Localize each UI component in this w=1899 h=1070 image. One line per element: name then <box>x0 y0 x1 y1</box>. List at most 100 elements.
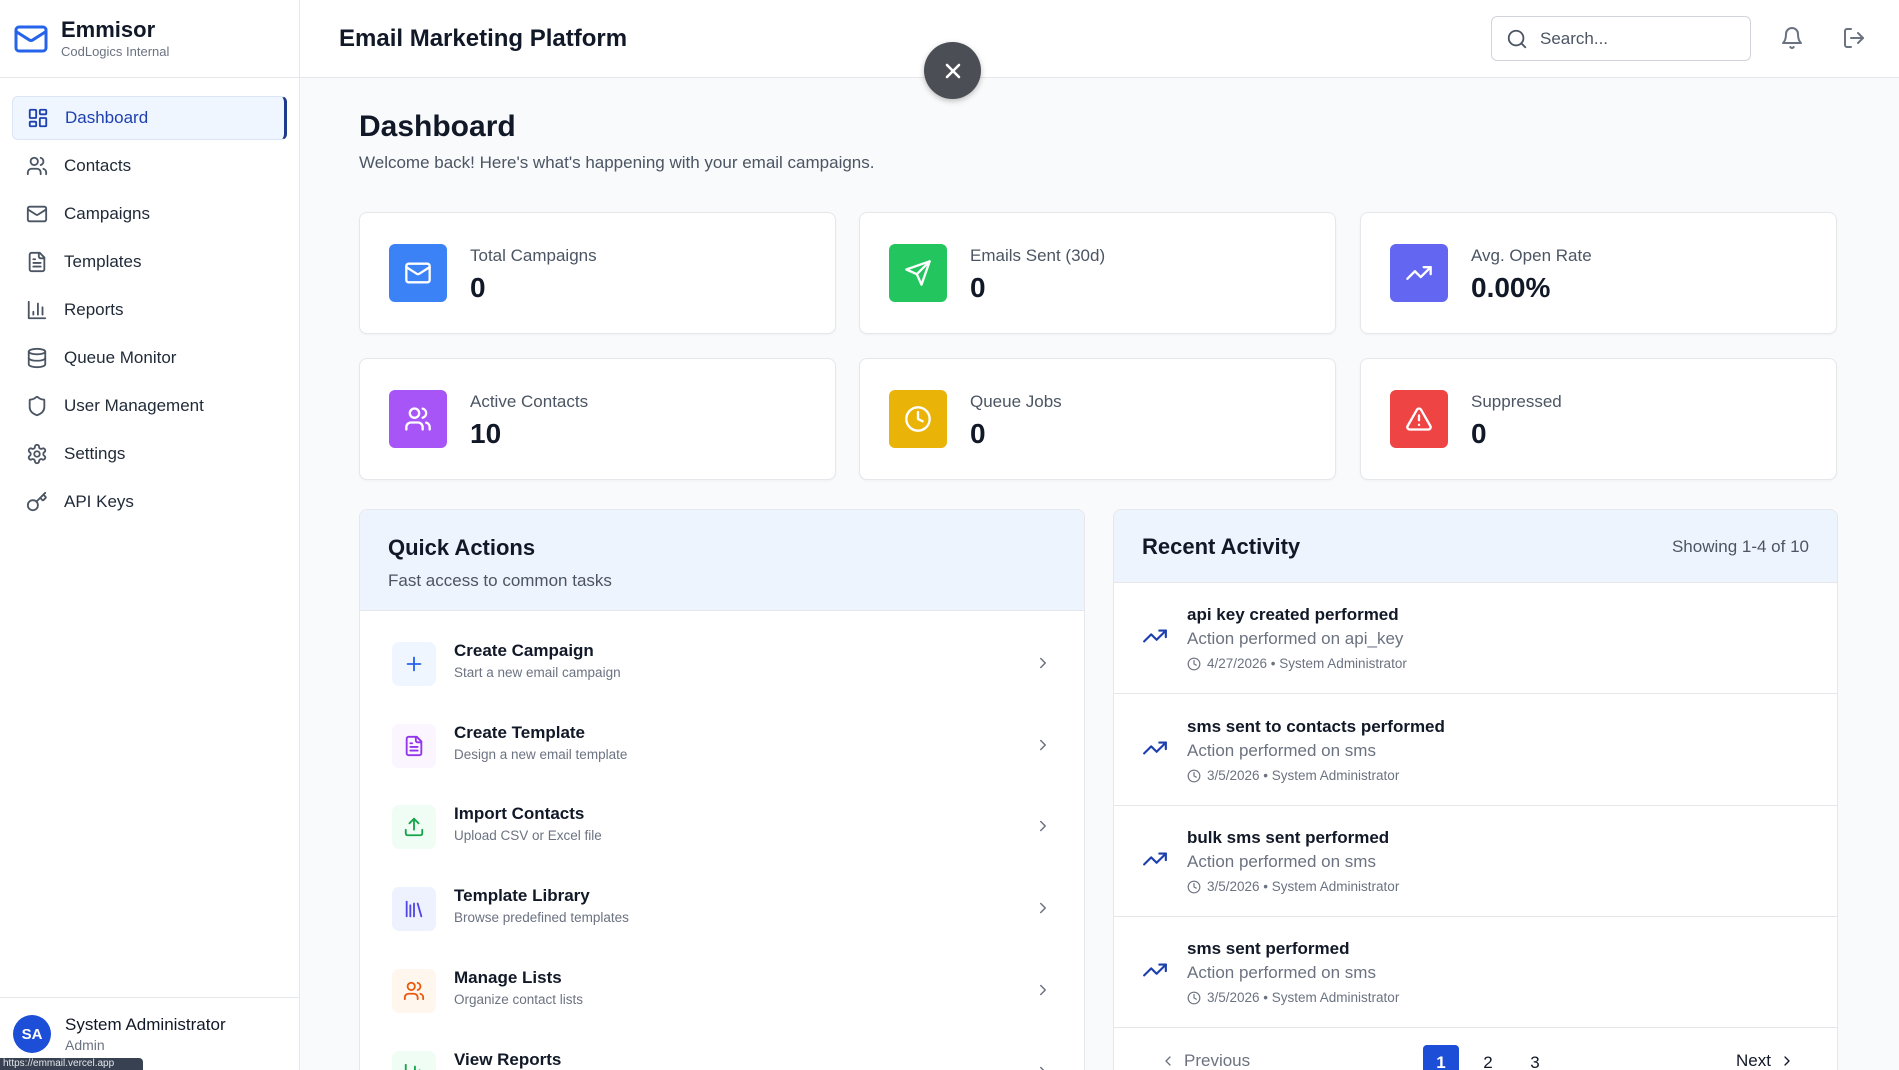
close-button[interactable] <box>924 42 981 99</box>
trending-up-icon <box>1143 963 1167 977</box>
shield-icon <box>28 395 46 417</box>
stat-icon-box <box>889 244 947 302</box>
quick-action-manage-lists[interactable]: Manage Lists Organize contact lists <box>392 963 1052 1023</box>
stat-icon-box <box>389 244 447 302</box>
stat-label: Total Campaigns <box>470 246 597 265</box>
stat-label: Suppressed <box>1471 392 1562 411</box>
chevron-right-icon <box>1040 820 1046 832</box>
qa-desc: Upload CSV or Excel file <box>454 828 602 843</box>
sidebar-item-campaigns[interactable]: Campaigns <box>12 192 287 236</box>
brand-name: Emmisor <box>61 16 156 42</box>
qa-icon-box <box>392 969 436 1013</box>
app-title: Email Marketing Platform <box>339 24 628 52</box>
qa-desc: Browse predefined templates <box>454 910 629 925</box>
file-text-icon <box>405 735 423 757</box>
sidebar-item-label: Queue Monitor <box>64 348 177 367</box>
sidebar: Emmisor CodLogics Internal Dashboard Con… <box>0 0 300 1070</box>
stat-icon-box <box>1390 244 1448 302</box>
activity-title: sms sent to contacts performed <box>1187 717 1445 736</box>
user-role: Admin <box>65 1037 105 1053</box>
send-icon <box>905 260 931 286</box>
activity-title: bulk sms sent performed <box>1187 828 1390 847</box>
stat-card-open-rate: Avg. Open Rate 0.00% <box>1360 212 1837 334</box>
page-button-2[interactable]: 2 <box>1470 1045 1506 1070</box>
quick-actions-panel: Quick Actions Fast access to common task… <box>359 509 1085 1070</box>
users-icon <box>403 981 425 1001</box>
logout-icon[interactable] <box>1842 26 1866 50</box>
activity-desc: Action performed on sms <box>1187 963 1376 982</box>
activity-title: sms sent performed <box>1187 939 1350 958</box>
stat-card-queue-jobs: Queue Jobs 0 <box>859 358 1336 480</box>
sidebar-item-dashboard[interactable]: Dashboard <box>12 96 287 140</box>
chevron-right-icon <box>1040 739 1046 751</box>
activity-meta-text: 3/5/2026 • System Administrator <box>1207 879 1400 894</box>
chevron-right-icon <box>1040 1066 1045 1070</box>
chevron-right-icon <box>1040 984 1046 996</box>
users-icon <box>405 407 431 431</box>
activity-desc: Action performed on sms <box>1187 852 1376 871</box>
sidebar-item-label: Reports <box>64 300 124 319</box>
clock-icon <box>1187 880 1201 893</box>
previous-page-button[interactable]: Previous <box>1160 1051 1250 1070</box>
bell-icon[interactable] <box>1780 26 1804 50</box>
upload-icon <box>404 817 424 837</box>
stat-card-suppressed: Suppressed 0 <box>1360 358 1837 480</box>
sidebar-item-contacts[interactable]: Contacts <box>12 144 287 188</box>
activity-title: api key created performed <box>1187 605 1399 624</box>
sidebar-nav: Dashboard Contacts Campaigns Templates R… <box>0 78 299 524</box>
sidebar-item-queue-monitor[interactable]: Queue Monitor <box>12 336 287 380</box>
qa-icon-box <box>392 642 436 686</box>
brand[interactable]: Emmisor CodLogics Internal <box>0 0 299 78</box>
stat-icon-box <box>389 390 447 448</box>
trending-up-icon <box>1406 266 1432 280</box>
avatar: SA <box>13 1015 51 1053</box>
sidebar-item-settings[interactable]: Settings <box>12 432 287 476</box>
quick-action-create-template[interactable]: Create Template Design a new email templ… <box>392 718 1052 778</box>
page-button-1[interactable]: 1 <box>1423 1045 1459 1070</box>
sidebar-item-label: Dashboard <box>65 108 149 127</box>
activity-item: sms sent to contacts performed Action pe… <box>1114 695 1837 806</box>
activity-item: api key created performed Action perform… <box>1114 583 1837 694</box>
search-icon <box>1507 29 1527 48</box>
stat-value: 0 <box>970 272 986 303</box>
sidebar-item-label: Templates <box>64 252 142 271</box>
quick-action-template-library[interactable]: Template Library Browse predefined templ… <box>392 881 1052 941</box>
quick-action-import-contacts[interactable]: Import Contacts Upload CSV or Excel file <box>392 799 1052 859</box>
sidebar-item-label: Settings <box>64 444 126 463</box>
activity-meta-text: 4/27/2026 • System Administrator <box>1207 656 1407 671</box>
chevron-left-icon <box>1165 1056 1171 1066</box>
trending-up-icon <box>1143 741 1167 755</box>
stat-value: 0 <box>470 272 486 303</box>
qa-title: Manage Lists <box>454 968 562 987</box>
sidebar-item-reports[interactable]: Reports <box>12 288 287 332</box>
activity-desc: Action performed on sms <box>1187 741 1376 760</box>
sidebar-item-label: User Management <box>64 396 204 415</box>
quick-action-view-reports[interactable]: View Reports <box>392 1045 1052 1070</box>
mail-icon <box>405 262 431 284</box>
sidebar-item-templates[interactable]: Templates <box>12 240 287 284</box>
next-page-button[interactable]: Next <box>1736 1051 1795 1070</box>
qa-icon-box <box>392 724 436 768</box>
search-input[interactable] <box>1540 28 1720 49</box>
alert-triangle-icon <box>1406 407 1432 431</box>
library-icon <box>405 900 423 918</box>
activity-meta: 3/5/2026 • System Administrator <box>1187 990 1399 1005</box>
qa-title: Template Library <box>454 886 590 905</box>
stat-label: Emails Sent (30d) <box>970 246 1106 265</box>
clock-icon <box>1187 991 1201 1004</box>
activity-meta: 4/27/2026 • System Administrator <box>1187 656 1407 671</box>
recent-activity-panel: Recent Activity Showing 1-4 of 10 api ke… <box>1113 509 1838 1070</box>
sidebar-item-api-keys[interactable]: API Keys <box>12 480 287 524</box>
stat-icon-box <box>1390 390 1448 448</box>
sidebar-item-user-management[interactable]: User Management <box>12 384 287 428</box>
search-box[interactable] <box>1491 16 1751 61</box>
stat-value: 0 <box>1471 418 1487 449</box>
trending-up-icon <box>1143 852 1167 866</box>
stat-card-total-campaigns: Total Campaigns 0 <box>359 212 836 334</box>
quick-action-create-campaign[interactable]: Create Campaign Start a new email campai… <box>392 636 1052 696</box>
activity-item: sms sent performed Action performed on s… <box>1114 917 1837 1028</box>
page-button-3[interactable]: 3 <box>1517 1045 1553 1070</box>
trending-up-icon <box>1143 629 1167 643</box>
clock-icon <box>1187 657 1201 670</box>
top-header: Email Marketing Platform <box>300 0 1899 78</box>
